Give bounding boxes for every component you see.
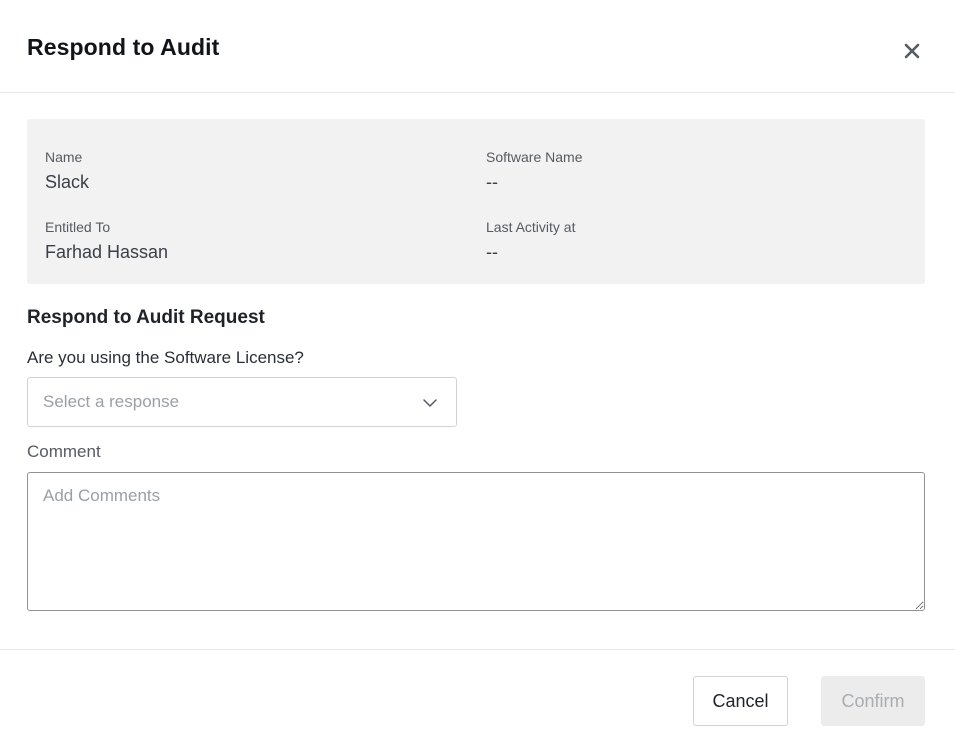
chevron-down-icon — [423, 399, 437, 407]
dialog-footer: Cancel Confirm — [0, 649, 955, 752]
software-name-field: Software Name -- — [486, 149, 582, 193]
close-icon — [904, 43, 920, 59]
close-button[interactable] — [897, 36, 927, 66]
name-value: Slack — [45, 172, 90, 192]
response-select-placeholder: Select a response — [43, 392, 180, 411]
entitled-to-field: Entitled To Farhad Hassan — [45, 219, 168, 263]
dialog-title: Respond to Audit — [27, 34, 220, 60]
last-activity-label: Last Activity at — [486, 219, 576, 235]
software-name-label: Software Name — [486, 149, 583, 165]
name-field: Name Slack — [45, 149, 89, 193]
section-title: Respond to Audit Request — [27, 307, 265, 328]
comment-label: Comment — [27, 442, 101, 461]
dialog-header: Respond to Audit — [0, 0, 955, 93]
last-activity-value: -- — [486, 242, 498, 262]
name-label: Name — [45, 149, 83, 165]
comment-textarea[interactable] — [27, 472, 925, 611]
entitled-to-label: Entitled To — [45, 219, 111, 235]
license-details-panel: Name Slack Software Name -- Entitled To … — [27, 119, 925, 284]
software-name-value: -- — [486, 172, 498, 192]
license-usage-question: Are you using the Software License? — [27, 348, 304, 367]
respond-to-audit-dialog: Respond to Audit Name Slack Software Nam… — [0, 0, 955, 752]
entitled-to-value: Farhad Hassan — [45, 242, 169, 262]
response-select[interactable]: Select a response — [27, 377, 457, 427]
confirm-button[interactable]: Confirm — [821, 676, 925, 726]
cancel-button[interactable]: Cancel — [693, 676, 788, 726]
last-activity-field: Last Activity at -- — [486, 219, 575, 263]
